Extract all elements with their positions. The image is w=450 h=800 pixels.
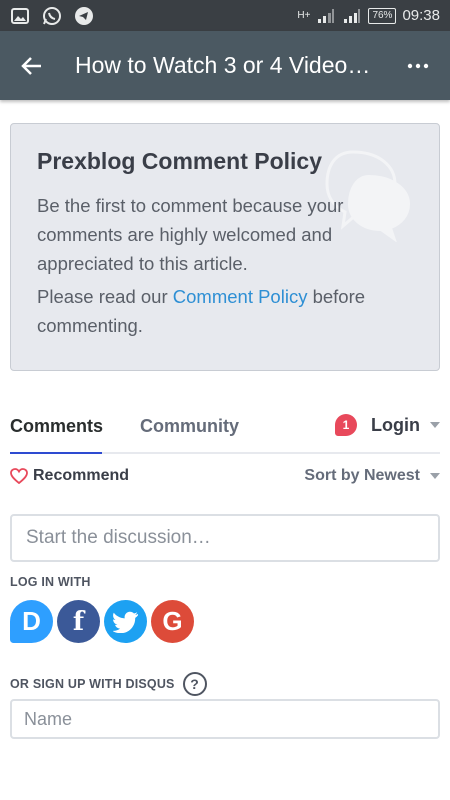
login-label[interactable]: Login bbox=[371, 415, 420, 436]
policy-paragraph: Be the first to comment because your com… bbox=[37, 195, 344, 274]
chevron-down-icon bbox=[430, 473, 440, 479]
clock: 09:38 bbox=[402, 7, 440, 24]
heart-icon bbox=[10, 468, 28, 484]
gallery-icon bbox=[10, 6, 30, 26]
whatsapp-icon bbox=[42, 6, 62, 26]
signal-icon-2 bbox=[342, 6, 362, 26]
signal-icon bbox=[316, 6, 336, 26]
login-providers: D f G bbox=[10, 600, 194, 643]
policy-title: Prexblog Comment Policy bbox=[37, 148, 323, 174]
discussion-tabs: Comments Community 1 Login bbox=[10, 402, 440, 454]
comment-policy-box: Prexblog Comment Policy Be the first to … bbox=[10, 123, 440, 371]
login-with-label: LOG IN WITH bbox=[10, 575, 91, 589]
signup-row: OR SIGN UP WITH DISQUS ? bbox=[10, 672, 207, 696]
login-menu[interactable]: 1 Login bbox=[335, 414, 440, 436]
help-icon[interactable]: ? bbox=[182, 672, 207, 696]
policy-read-line: Please read our Comment Policy before co… bbox=[37, 282, 413, 340]
page-title: How to Watch 3 or 4 Videos at Once on Yo… bbox=[75, 52, 381, 78]
network-type: H+ bbox=[297, 10, 311, 21]
app-bar: How to Watch 3 or 4 Videos at Once on Yo… bbox=[0, 31, 450, 100]
battery-indicator: 76% bbox=[368, 7, 397, 24]
disqus-icon[interactable]: D bbox=[10, 600, 53, 643]
tab-community[interactable]: Community bbox=[140, 416, 239, 437]
arrow-left-icon[interactable] bbox=[14, 48, 50, 84]
more-dots-icon[interactable] bbox=[400, 48, 436, 84]
notification-badge[interactable]: 1 bbox=[335, 414, 358, 436]
discussion-input[interactable]: Start the discussion… bbox=[10, 514, 440, 562]
google-icon[interactable]: G bbox=[151, 600, 194, 643]
twitter-icon[interactable] bbox=[104, 600, 147, 643]
name-field[interactable]: Name bbox=[10, 699, 440, 739]
active-tab-indicator bbox=[10, 452, 102, 454]
sort-label: Sort by Newest bbox=[304, 467, 420, 484]
sort-dropdown[interactable]: Sort by Newest bbox=[304, 467, 440, 485]
facebook-icon[interactable]: f bbox=[57, 600, 100, 643]
signup-label: OR SIGN UP WITH DISQUS bbox=[10, 677, 175, 691]
recommend-label: Recommend bbox=[33, 467, 130, 484]
comment-policy-link[interactable]: Comment Policy bbox=[173, 286, 308, 307]
policy-read-prefix: Please read our bbox=[37, 286, 173, 307]
telegram-icon bbox=[74, 6, 94, 26]
recommend-button[interactable]: Recommend bbox=[10, 467, 129, 485]
tab-comments[interactable]: Comments bbox=[10, 416, 103, 437]
chevron-down-icon[interactable] bbox=[430, 422, 440, 428]
status-bar: H+ 76% 09:38 bbox=[0, 0, 450, 31]
